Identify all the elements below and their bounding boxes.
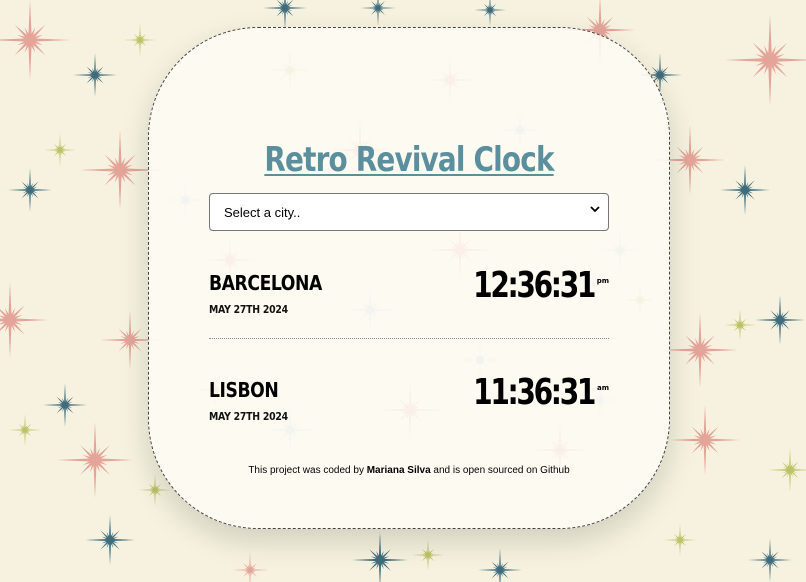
starburst-decoration — [124, 24, 156, 56]
starburst-decoration — [478, 548, 522, 582]
starburst-decoration — [232, 552, 268, 582]
city-row-lisbon: Lisbon May 27th 2024 11:36:31 am — [209, 372, 609, 458]
chevron-down-icon — [590, 206, 600, 213]
open-source-link[interactable]: open sourced — [463, 465, 524, 476]
clock-card: Retro Revival Clock Select a city.. Barc… — [148, 27, 670, 529]
footer-prefix: This project was coded by — [248, 465, 367, 476]
city-time: 11:36:31 — [473, 372, 596, 413]
starburst-decoration — [0, 282, 48, 358]
starburst-decoration — [44, 134, 76, 166]
starburst-decoration — [768, 448, 806, 492]
city-select[interactable]: Select a city.. — [209, 193, 609, 231]
city-name: Barcelona — [209, 271, 322, 295]
starburst-decoration — [670, 405, 740, 475]
author-link[interactable]: Mariana Silva — [367, 465, 431, 476]
starburst-decoration — [725, 15, 806, 105]
city-date: May 27th 2024 — [209, 303, 288, 316]
starburst-decoration — [43, 383, 87, 427]
starburst-decoration — [9, 414, 41, 446]
city-divider — [209, 338, 609, 339]
city-name: Lisbon — [209, 378, 279, 402]
app-title: Retro Revival Clock — [264, 140, 554, 180]
city-ampm: pm — [596, 277, 609, 285]
footer: This project was coded by Mariana Silva … — [149, 465, 669, 476]
city-row-barcelona: Barcelona May 27th 2024 12:36:31 pm — [209, 265, 609, 351]
starburst-decoration — [352, 532, 408, 582]
starburst-decoration — [360, 0, 396, 26]
city-date: May 27th 2024 — [209, 410, 288, 423]
starburst-decoration — [85, 515, 135, 565]
starburst-decoration — [724, 309, 756, 341]
starburst-decoration — [57, 422, 133, 498]
starburst-decoration — [662, 312, 738, 388]
footer-suffix: on Github — [523, 465, 570, 476]
starburst-decoration — [474, 0, 506, 26]
footer-middle: and is — [430, 465, 463, 476]
starburst-decoration — [748, 538, 792, 582]
city-select-value: Select a city.. — [224, 204, 301, 220]
city-ampm: am — [596, 384, 609, 392]
starburst-decoration — [73, 53, 117, 97]
starburst-decoration — [0, 0, 70, 80]
city-time: 12:36:31 — [473, 265, 596, 306]
starburst-decoration — [664, 524, 696, 556]
starburst-decoration — [8, 168, 52, 212]
starburst-decoration — [720, 165, 770, 215]
starburst-decoration — [412, 539, 444, 571]
starburst-decoration — [755, 295, 805, 345]
starburst-decoration — [263, 0, 307, 30]
